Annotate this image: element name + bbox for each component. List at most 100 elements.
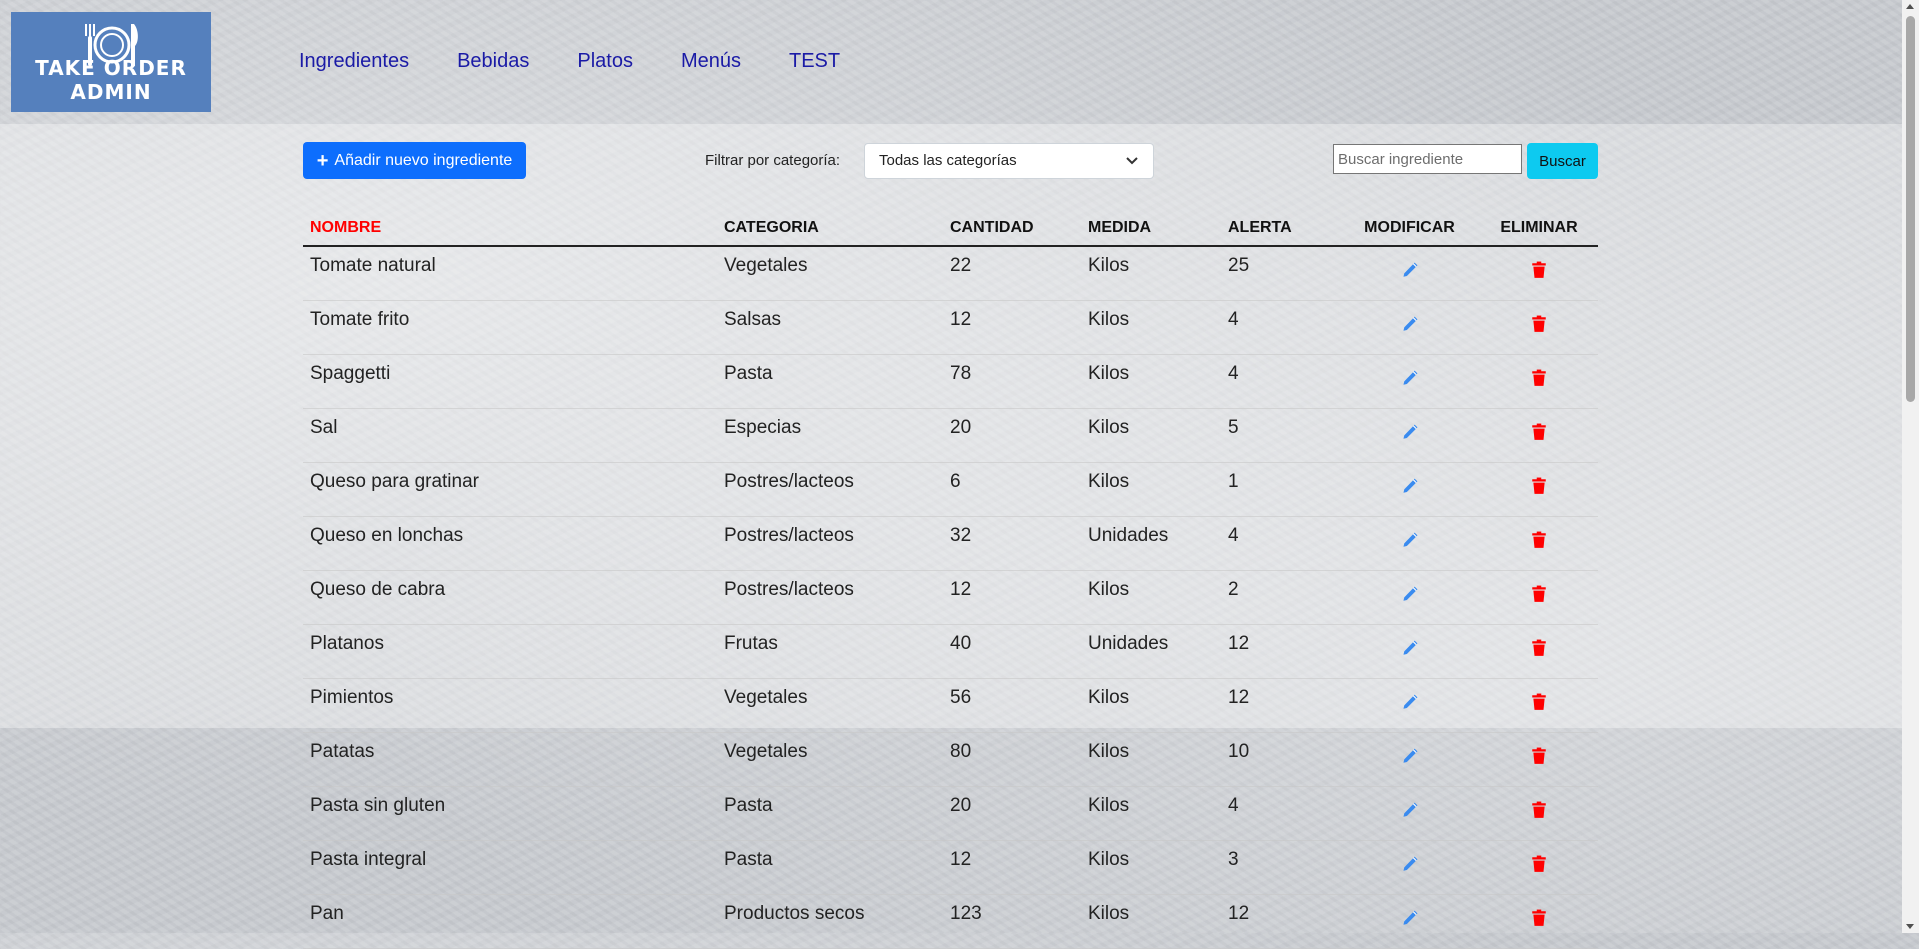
cell-eliminar [1480,570,1598,625]
cell-medida: Kilos [1081,840,1221,895]
trash-icon[interactable] [1531,801,1547,825]
cell-alerta: 12 [1221,894,1339,949]
add-ingredient-label: Añadir nuevo ingrediente [334,151,513,169]
cell-alerta: 3 [1221,840,1339,895]
cell-categoria: Salsas [717,300,943,355]
cell-modificar [1339,516,1480,571]
cell-eliminar [1480,678,1598,733]
cell-nombre: Queso para gratinar [303,462,717,517]
cell-cantidad: 80 [943,732,1081,787]
cell-alerta: 4 [1221,354,1339,409]
page-scrollbar[interactable] [1902,0,1919,933]
col-cantidad[interactable]: CANTIDAD [943,210,1081,247]
search-input[interactable] [1333,144,1522,174]
pencil-icon[interactable] [1401,477,1419,501]
cell-cantidad: 56 [943,678,1081,733]
trash-icon[interactable] [1531,261,1547,285]
cell-nombre: Spaggetti [303,354,717,409]
cell-eliminar [1480,246,1598,301]
trash-icon[interactable] [1531,747,1547,771]
trash-icon[interactable] [1531,585,1547,609]
trash-icon[interactable] [1531,369,1547,393]
pencil-icon[interactable] [1401,801,1419,825]
cell-nombre: Sal [303,408,717,463]
cell-eliminar [1480,516,1598,571]
trash-icon[interactable] [1531,315,1547,339]
col-medida[interactable]: MEDIDA [1081,210,1221,247]
nav-menus[interactable]: Menús [681,50,741,73]
plus-icon: + [316,149,329,172]
pencil-icon[interactable] [1401,315,1419,339]
cell-modificar [1339,894,1480,949]
scroll-down-arrow-icon[interactable] [1906,924,1914,929]
cell-eliminar [1480,894,1598,949]
cell-eliminar [1480,462,1598,517]
cell-cantidad: 20 [943,786,1081,841]
nav-bebidas[interactable]: Bebidas [457,50,529,73]
cell-medida: Unidades [1081,624,1221,679]
ingredients-table: NOMBRE CATEGORIA CANTIDAD MEDIDA ALERTA … [303,210,1598,949]
col-categoria[interactable]: CATEGORIA [717,210,943,247]
nav-ingredientes[interactable]: Ingredientes [299,50,409,73]
cell-cantidad: 123 [943,894,1081,949]
cell-modificar [1339,732,1480,787]
scroll-up-arrow-icon[interactable] [1906,4,1914,9]
trash-icon[interactable] [1531,423,1547,447]
brand-logo[interactable]: TAKE ORDER ADMIN [11,12,211,112]
category-filter-value: Todas las categorías [879,152,1017,169]
trash-icon[interactable] [1531,531,1547,555]
col-nombre[interactable]: NOMBRE [303,210,717,247]
cell-alerta: 4 [1221,516,1339,571]
cell-modificar [1339,786,1480,841]
cell-categoria: Especias [717,408,943,463]
col-modificar: MODIFICAR [1339,210,1480,247]
trash-icon[interactable] [1531,909,1547,933]
cell-eliminar [1480,624,1598,679]
table-row: Queso de cabra Postres/lacteos 12 Kilos 2 [303,570,1598,625]
nav-test[interactable]: TEST [789,50,840,73]
cell-alerta: 1 [1221,462,1339,517]
trash-icon[interactable] [1531,693,1547,717]
pencil-icon[interactable] [1401,531,1419,555]
col-alerta[interactable]: ALERTA [1221,210,1339,247]
trash-icon[interactable] [1531,639,1547,663]
table-row: Tomate frito Salsas 12 Kilos 4 [303,300,1598,355]
cell-nombre: Pasta integral [303,840,717,895]
pencil-icon[interactable] [1401,423,1419,447]
cell-categoria: Postres/lacteos [717,462,943,517]
table-row: Platanos Frutas 40 Unidades 12 [303,624,1598,679]
pencil-icon[interactable] [1401,747,1419,771]
search-button[interactable]: Buscar [1527,143,1598,179]
pencil-icon[interactable] [1401,909,1419,933]
cell-categoria: Vegetales [717,246,943,301]
pencil-icon[interactable] [1401,693,1419,717]
cell-nombre: Patatas [303,732,717,787]
pencil-icon[interactable] [1401,639,1419,663]
table-body: Tomate natural Vegetales 22 Kilos 25 Tomate f… [303,246,1598,949]
trash-icon[interactable] [1531,855,1547,879]
cell-medida: Kilos [1081,894,1221,949]
cell-nombre: Pasta sin gluten [303,786,717,841]
category-filter-select[interactable]: Todas las categorías [864,143,1154,179]
cell-medida: Kilos [1081,354,1221,409]
pencil-icon[interactable] [1401,585,1419,609]
pencil-icon[interactable] [1401,369,1419,393]
pencil-icon[interactable] [1401,855,1419,879]
cell-categoria: Pasta [717,786,943,841]
nav-platos[interactable]: Platos [577,50,633,73]
trash-icon[interactable] [1531,477,1547,501]
table-row: Pan Productos secos 123 Kilos 12 [303,894,1598,949]
cell-eliminar [1480,354,1598,409]
add-ingredient-button[interactable]: + Añadir nuevo ingrediente [303,142,526,179]
cell-eliminar [1480,300,1598,355]
scroll-thumb[interactable] [1906,16,1915,402]
cell-alerta: 4 [1221,300,1339,355]
main-nav: Ingredientes Bebidas Platos Menús TEST [299,50,888,73]
table-row: Spaggetti Pasta 78 Kilos 4 [303,354,1598,409]
cell-medida: Kilos [1081,570,1221,625]
cell-modificar [1339,300,1480,355]
cell-alerta: 10 [1221,732,1339,787]
cell-cantidad: 12 [943,570,1081,625]
top-header: TAKE ORDER ADMIN Ingredientes Bebidas Pl… [0,0,1908,124]
pencil-icon[interactable] [1401,261,1419,285]
